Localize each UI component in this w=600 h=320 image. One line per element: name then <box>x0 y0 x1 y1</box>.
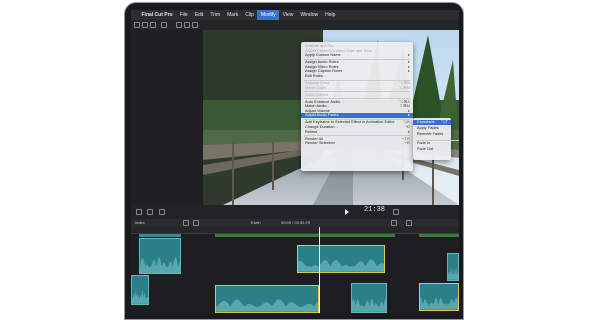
menu-item-fade-out[interactable]: Fade Out <box>413 147 451 152</box>
playhead[interactable] <box>319 227 320 313</box>
app-window: Final Cut Pro File Edit Trim Mark Clip Modify V… <box>131 10 459 313</box>
menu-bar: Final Cut Pro File Edit Trim Mark Clip Modify V… <box>131 10 459 20</box>
menu-item-match-color: Match Color... ⌥⌘M <box>301 84 413 91</box>
share-icon[interactable] <box>192 22 198 28</box>
menu-help[interactable]: Help <box>322 10 339 20</box>
menu-final-cut-pro[interactable]: Final Cut Pro <box>138 10 176 20</box>
menu-clip[interactable]: Clip <box>242 10 258 20</box>
adjust-audio-fades-submenu: Crossfade ⌥T Apply Fades Remove Fades Fade I… <box>413 118 459 160</box>
menu-item-render-selection[interactable]: Render Selection ^R <box>301 141 413 146</box>
menu-item-apply-custom-name[interactable]: Apply Custom Name ▸ <box>301 53 413 58</box>
timeline-clip-selected[interactable] <box>419 283 459 311</box>
menu-item-shortcut: ▸ <box>408 52 410 58</box>
apple-menu-icon[interactable] <box>131 10 138 20</box>
menu-item-label: Fade In <box>417 140 431 145</box>
photos-icon[interactable] <box>142 22 148 28</box>
crop-icon[interactable] <box>159 209 165 215</box>
menu-item-apply-fades[interactable]: Apply Fades <box>413 126 451 131</box>
layout-icon[interactable] <box>136 209 142 215</box>
timeline-ruler[interactable] <box>131 227 459 234</box>
background-tasks-icon[interactable] <box>184 22 190 28</box>
clip-appearance-icon[interactable] <box>391 220 397 226</box>
timeline-clip-selected[interactable] <box>215 285 319 313</box>
menu-item-label: Edit Roles... <box>305 73 326 78</box>
timeline-clip[interactable] <box>139 238 181 274</box>
timecode-display: 21:38 <box>364 206 386 214</box>
menu-item-color-correct: Color Correct <box>301 91 413 98</box>
menu-item-shortcut: ^R <box>405 140 410 146</box>
browser-pane <box>131 30 203 205</box>
menu-item-retime[interactable]: Retime ▸ <box>301 128 413 135</box>
audio-waveform <box>448 267 458 280</box>
menu-item-label: Crossfade <box>417 119 435 124</box>
select-tool-icon[interactable] <box>147 209 153 215</box>
audio-waveform <box>140 256 180 273</box>
menu-item-shortcut: ▸ <box>408 128 410 134</box>
viewer: Analyze and Fix... Adjust Content Created… <box>203 30 459 205</box>
menu-window[interactable]: Window <box>297 10 322 20</box>
menu-item-shortcut: ▸ <box>408 112 410 118</box>
app-toolbar <box>131 20 459 30</box>
menu-item-label: Match Color... <box>305 84 330 90</box>
menu-item-adjust-audio-fades[interactable]: Adjust Audio Fades ▸ <box>301 113 413 118</box>
project-duration: 00:00 / 03:32:29 <box>281 220 310 225</box>
menu-item-label: Color Correct <box>305 91 329 97</box>
menu-item-label: Fade Out <box>417 146 434 152</box>
menu-view[interactable]: View <box>279 10 297 20</box>
timeline <box>131 227 459 313</box>
modify-menu: Analyze and Fix... Adjust Content Created… <box>301 42 413 171</box>
audio-waveform <box>352 298 386 312</box>
tool-select-icon[interactable] <box>193 220 199 226</box>
viewer-controls: 21:38 <box>131 205 459 219</box>
keywords-icon[interactable] <box>176 22 182 28</box>
timeline-toolbar: Index Earth 00:00 / 03:32:29 <box>131 219 459 227</box>
menu-trim[interactable]: Trim <box>207 10 224 20</box>
menu-item-shortcut: ⌥T <box>441 119 448 124</box>
audio-waveform <box>216 299 318 312</box>
menu-file[interactable]: File <box>176 10 191 20</box>
library-icon[interactable] <box>134 22 140 28</box>
play-icon[interactable] <box>345 209 349 215</box>
menu-item-label: Remove Fades <box>417 131 444 137</box>
append-icon[interactable] <box>183 220 189 226</box>
fullscreen-icon[interactable] <box>393 209 399 215</box>
timeline-clip[interactable] <box>351 283 387 313</box>
menu-modify[interactable]: Modify <box>257 10 280 20</box>
menu-item-edit-roles[interactable]: Edit Roles... <box>301 73 413 79</box>
menu-item-label: Apply Fades <box>417 125 439 131</box>
effects-browser-icon[interactable] <box>406 220 412 226</box>
primary-storyline-bar[interactable] <box>215 234 395 237</box>
import-icon[interactable] <box>161 22 167 28</box>
timeline-clip-selected[interactable] <box>297 245 385 273</box>
menu-item-label: Retime <box>305 128 318 134</box>
timeline-clip[interactable] <box>131 275 149 305</box>
index-button[interactable]: Index <box>135 220 145 225</box>
storyline-bar[interactable] <box>419 234 459 237</box>
connected-clip-bar[interactable] <box>139 234 181 237</box>
menu-item-label: Adjust Audio Fades <box>305 112 339 118</box>
audio-waveform <box>298 259 384 272</box>
menu-item-label: Apply Custom Name <box>305 52 341 58</box>
menu-item-shortcut: ⌥⌘M <box>398 84 410 90</box>
titles-icon[interactable] <box>150 22 156 28</box>
menu-mark[interactable]: Mark <box>224 10 242 20</box>
menu-item-label: Render Selection <box>305 140 335 146</box>
audio-waveform <box>132 290 148 304</box>
project-name: Earth <box>251 220 261 225</box>
menu-edit[interactable]: Edit <box>191 10 207 20</box>
menu-item-remove-fades[interactable]: Remove Fades <box>413 132 451 137</box>
menu-item-crossfade[interactable]: Crossfade ⌥T <box>413 119 451 125</box>
audio-waveform <box>420 297 458 310</box>
menu-item-fade-in[interactable]: Fade In <box>413 140 451 146</box>
timeline-clip[interactable] <box>447 253 459 281</box>
